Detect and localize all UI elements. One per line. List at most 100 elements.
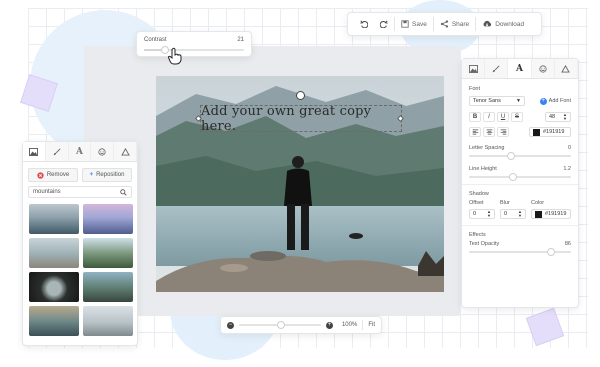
align-right-button[interactable] — [497, 127, 509, 137]
cloud-download-icon — [483, 20, 492, 27]
italic-button[interactable]: I — [483, 112, 495, 122]
zoom-percent: 100% — [341, 322, 358, 328]
redo-icon — [380, 20, 388, 28]
tab-shapes[interactable] — [114, 142, 137, 161]
tab-emoji[interactable] — [91, 142, 115, 161]
shadow-offset-stepper[interactable]: 0 ▲ ▼ — [469, 209, 495, 219]
undo-icon — [360, 20, 368, 28]
triangle-icon — [561, 64, 571, 73]
stepper-arrows-icon: ▲ ▼ — [487, 209, 491, 218]
contrast-slider[interactable] — [144, 46, 244, 54]
contrast-value: 21 — [237, 37, 244, 43]
fit-button[interactable]: Fit — [368, 322, 375, 328]
align-left-button[interactable] — [469, 127, 481, 137]
shadow-heading: Shadow — [469, 191, 489, 197]
headline-textbox[interactable]: Add your own great copy here. — [200, 103, 402, 134]
offset-label: Offset — [469, 200, 484, 206]
image-panel-tabs: A — [23, 142, 137, 162]
italic-label: I — [488, 114, 490, 120]
add-font-button[interactable]: + Add Font — [539, 97, 571, 105]
tab-text[interactable]: A — [508, 59, 532, 78]
stepper-arrows-icon: ▲ ▼ — [518, 209, 522, 218]
image-panel: A Remove + Reposition mountains — [22, 141, 138, 346]
redo-button[interactable] — [374, 15, 394, 33]
reposition-button[interactable]: + Reposition — [82, 168, 132, 182]
remove-icon — [37, 171, 44, 179]
image-thumbnail[interactable] — [29, 272, 79, 302]
shadow-color-label: Color — [531, 200, 545, 206]
align-left-icon — [472, 129, 478, 135]
shadow-color-picker[interactable]: #191919 — [531, 209, 571, 219]
strikethrough-label: S — [514, 114, 519, 120]
tab-shapes[interactable] — [554, 59, 579, 78]
line-height-slider[interactable] — [469, 173, 571, 181]
headline-text: Add your own great copy here. — [201, 103, 372, 134]
top-toolbar: Save Share Download — [347, 12, 542, 36]
letter-spacing-slider[interactable] — [469, 152, 571, 160]
font-family-select[interactable]: Tenor Sans ▼ — [469, 96, 525, 106]
shadow-blur-stepper[interactable]: 0 ▲ ▼ — [500, 209, 526, 219]
font-size-value: 48 — [549, 114, 556, 120]
blur-label: Blur — [500, 200, 510, 206]
zoom-slider[interactable] — [239, 321, 321, 329]
save-label: Save — [412, 20, 427, 28]
letter-spacing-knob[interactable] — [507, 152, 515, 160]
text-color-picker[interactable]: #191919 — [529, 127, 571, 137]
plus-icon: + — [327, 322, 332, 328]
save-button[interactable]: Save — [395, 15, 433, 33]
plus-icon: + — [89, 172, 94, 178]
tab-image[interactable] — [462, 59, 486, 78]
image-thumbnail[interactable] — [29, 306, 79, 336]
share-icon — [440, 20, 448, 28]
zoom-out-button[interactable]: − — [227, 321, 234, 329]
image-results-grid — [23, 198, 137, 336]
undo-button[interactable] — [354, 15, 374, 33]
line-height-value: 1.2 — [563, 166, 571, 172]
download-label: Download — [495, 20, 525, 28]
divider — [462, 184, 578, 185]
image-thumbnail[interactable] — [83, 306, 133, 336]
bold-label: B — [472, 114, 478, 120]
save-icon — [401, 20, 409, 28]
tab-emoji[interactable] — [531, 59, 555, 78]
tab-brush[interactable] — [45, 142, 69, 161]
download-button[interactable]: Download — [476, 15, 530, 33]
font-family-value: Tenor Sans — [473, 98, 501, 104]
text-opacity-value: 86 — [564, 241, 571, 247]
text-properties-panel: A Font Tenor Sans ▼ + Add Font B I U S 4… — [461, 58, 579, 308]
underline-button[interactable]: U — [497, 112, 509, 122]
zoom-in-button[interactable]: + — [325, 321, 333, 329]
image-thumbnail[interactable] — [83, 272, 133, 302]
zoom-slider-knob[interactable] — [276, 321, 285, 329]
letter-spacing-value: 0 — [567, 145, 571, 151]
text-opacity-label: Text Opacity — [469, 241, 500, 247]
align-center-button[interactable] — [483, 127, 495, 137]
brush-icon — [493, 64, 500, 72]
image-thumbnail[interactable] — [83, 238, 133, 268]
tab-text[interactable]: A — [68, 142, 92, 161]
search-icon — [120, 188, 127, 196]
text-opacity-slider[interactable] — [469, 248, 571, 256]
tab-image[interactable] — [23, 142, 46, 161]
image-search-input[interactable]: mountains — [28, 186, 132, 198]
font-size-stepper[interactable]: 48 ▲ ▼ — [545, 112, 571, 122]
rotate-handle-icon[interactable] — [296, 91, 305, 100]
editor-stage: Add your own great copy here. Save Share… — [0, 0, 600, 367]
image-thumbnail[interactable] — [83, 204, 133, 234]
strikethrough-button[interactable]: S — [511, 112, 523, 122]
plus-circle-icon: + — [539, 97, 547, 105]
remove-label: Remove — [46, 172, 70, 178]
tab-brush[interactable] — [485, 59, 509, 78]
share-button[interactable]: Share — [434, 15, 475, 33]
image-thumbnail[interactable] — [29, 238, 79, 268]
zoom-bar: − + 100% Fit — [220, 316, 382, 334]
emoji-icon — [98, 147, 106, 156]
remove-button[interactable]: Remove — [28, 168, 78, 182]
stepper-arrows-icon: ▲ ▼ — [563, 112, 567, 121]
effects-heading: Effects — [469, 232, 486, 238]
bold-button[interactable]: B — [469, 112, 481, 122]
text-opacity-knob[interactable] — [547, 248, 555, 256]
divider — [462, 225, 578, 226]
image-thumbnail[interactable] — [29, 204, 79, 234]
line-height-knob[interactable] — [509, 173, 517, 181]
